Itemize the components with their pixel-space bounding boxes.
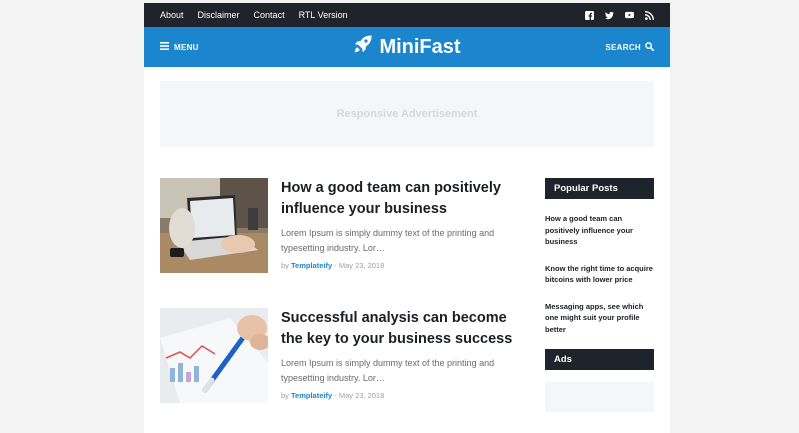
post-author[interactable]: Templateify: [291, 391, 332, 400]
rocket-icon: [353, 34, 373, 60]
page-container: About Disclaimer Contact RTL Version MEN…: [144, 3, 670, 433]
popular-post-item[interactable]: Know the right time to acquire bitcoins …: [545, 263, 654, 286]
post-excerpt: Lorem Ipsum is simply dummy text of the …: [281, 228, 495, 253]
social-links: [585, 10, 654, 20]
ad-banner[interactable]: Responsive Advertisement: [160, 81, 654, 147]
popular-post-item[interactable]: How a good team can positively influence…: [545, 213, 654, 248]
post-separator: -: [334, 261, 337, 270]
search-label: SEARCH: [605, 42, 641, 52]
site-title[interactable]: MiniFast: [379, 36, 460, 59]
nav-link-about[interactable]: About: [160, 10, 184, 20]
facebook-icon[interactable]: [585, 10, 594, 20]
sidebar-ad-box[interactable]: [545, 382, 654, 412]
post-title[interactable]: Successful analysis can become the key t…: [281, 308, 531, 350]
nav-link-contact[interactable]: Contact: [254, 10, 285, 20]
post-date: May 23, 2018: [338, 261, 385, 270]
post-card: How a good team can positively influence…: [160, 178, 526, 278]
sidebar: Popular Posts How a good team can positi…: [545, 178, 654, 412]
post-by: by: [281, 261, 289, 270]
top-nav: About Disclaimer Contact RTL Version: [160, 10, 348, 20]
ad-text: Responsive Advertisement: [336, 108, 478, 120]
rss-icon[interactable]: [645, 10, 654, 20]
nav-link-disclaimer[interactable]: Disclaimer: [198, 10, 240, 20]
post-card: Successful analysis can become the key t…: [160, 308, 526, 408]
menu-label: MENU: [174, 42, 199, 52]
menu-button[interactable]: MENU: [160, 42, 199, 52]
post-excerpt: Lorem Ipsum is simply dummy text of the …: [281, 358, 495, 383]
nav-link-rtl-version[interactable]: RTL Version: [299, 10, 348, 20]
popular-posts-title: Popular Posts: [545, 178, 654, 199]
post-meta: by Templateify - May 23, 2018: [281, 261, 384, 270]
twitter-icon[interactable]: [605, 11, 614, 20]
post-by: by: [281, 391, 289, 400]
post-date: May 23, 2018: [338, 391, 385, 400]
post-author[interactable]: Templateify: [291, 261, 332, 270]
site-logo: MiniFast: [144, 27, 670, 67]
site-header: MENU MiniFast SEARCH: [144, 27, 670, 67]
post-meta: by Templateify - May 23, 2018: [281, 391, 384, 400]
search-button[interactable]: SEARCH: [605, 41, 655, 53]
post-thumbnail-analysis[interactable]: [160, 308, 268, 403]
search-icon: [645, 41, 655, 53]
hamburger-icon: [160, 42, 169, 52]
post-thumbnail-laptop[interactable]: [160, 178, 268, 273]
popular-post-item[interactable]: Messaging apps, see which one might suit…: [545, 301, 654, 336]
post-separator: -: [334, 391, 337, 400]
post-title[interactable]: How a good team can positively influence…: [281, 178, 531, 220]
top-bar: About Disclaimer Contact RTL Version: [144, 3, 670, 27]
youtube-icon[interactable]: [625, 11, 634, 20]
ads-widget-title: Ads: [545, 349, 654, 370]
